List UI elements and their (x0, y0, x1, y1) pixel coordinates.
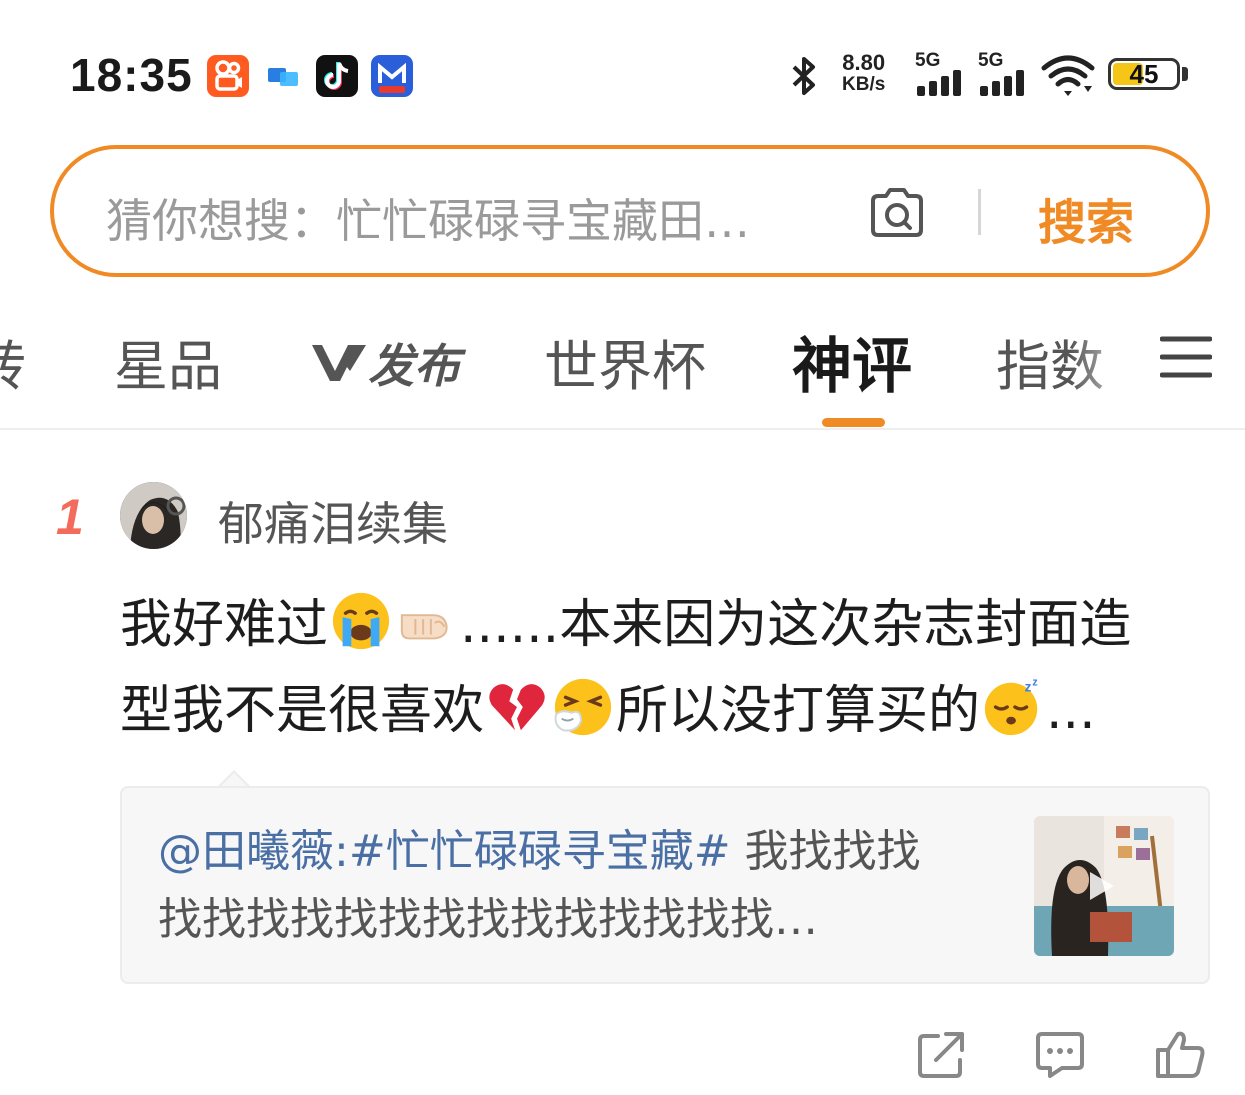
wifi-icon (1041, 55, 1095, 96)
video-thumbnail[interactable] (1034, 816, 1174, 956)
tab-partial[interactable]: 转 (0, 322, 26, 401)
kuaishou-icon (207, 55, 249, 97)
comment-rank: 1 (56, 489, 84, 545)
sleeping-face-icon: z z (984, 677, 1038, 736)
sneezing-face-icon (554, 678, 612, 736)
tabs-fade (1070, 300, 1150, 410)
username[interactable]: 郁痛泪续集 (218, 488, 448, 554)
search-button[interactable]: 搜索 (1038, 183, 1134, 253)
search-divider (978, 189, 981, 235)
quoted-post-text: @田曦薇:#忙忙碌碌寻宝藏# 我找找找 找找找找找找找找找找找找找找… (158, 826, 921, 945)
broken-heart-icon (489, 684, 545, 731)
tab-shenping[interactable]: 神评 (792, 318, 912, 405)
crying-face-icon (332, 592, 390, 650)
tab-world-cup[interactable]: 世界杯 (544, 322, 706, 401)
fist-bump-icon (400, 614, 448, 640)
battery-indicator: 45 (1108, 58, 1180, 90)
message-app-icon (262, 55, 304, 97)
svg-text:z: z (1025, 680, 1032, 695)
network-speed: 8.80 KB/s (842, 50, 886, 96)
like-icon[interactable] (1154, 1030, 1206, 1080)
mention-link[interactable]: @田曦薇: (158, 826, 349, 877)
battery-tip (1182, 67, 1188, 81)
active-tab-indicator (822, 418, 885, 427)
search-bar[interactable]: 猜你想搜：忙忙碌碌寻宝藏田… 搜索 (50, 145, 1210, 277)
comment-icon[interactable] (1034, 1030, 1086, 1080)
tab-v-publish[interactable]: 发布 (308, 330, 460, 396)
tiktok-icon (316, 55, 358, 97)
v-logo-icon (312, 345, 366, 381)
avatar[interactable] (120, 482, 187, 549)
search-input[interactable]: 猜你想搜：忙忙碌碌寻宝藏田… (106, 185, 836, 251)
comment-line-1: 我好难过 ......本来因为这次杂志封面造 (120, 582, 1200, 668)
camera-icon[interactable] (867, 185, 927, 241)
svg-text:z: z (1032, 677, 1037, 689)
comment-body[interactable]: 我好难过 ......本来因为这次杂志封面造 型我不是很喜欢 所以没打算买的 z… (120, 582, 1200, 754)
topic-link[interactable]: #忙忙碌碌寻宝藏# (349, 826, 731, 877)
quoted-post[interactable]: @田曦薇:#忙忙碌碌寻宝藏# 我找找找 找找找找找找找找找找找找找找… (120, 786, 1210, 984)
share-icon[interactable] (916, 1030, 968, 1080)
channel-tabs: 转 星品 发布 世界杯 神评 指数 (0, 300, 1245, 430)
news-app-icon (371, 55, 413, 97)
status-bar: 18:35 8.80 KB/s 5G 5G 45 (0, 0, 1245, 140)
menu-icon[interactable] (1160, 334, 1212, 380)
comment-line-2: 型我不是很喜欢 所以没打算买的 z z ... (120, 676, 1096, 741)
tab-xingpin[interactable]: 星品 (114, 322, 222, 401)
status-time: 18:35 (70, 49, 193, 101)
bluetooth-icon (792, 57, 815, 95)
